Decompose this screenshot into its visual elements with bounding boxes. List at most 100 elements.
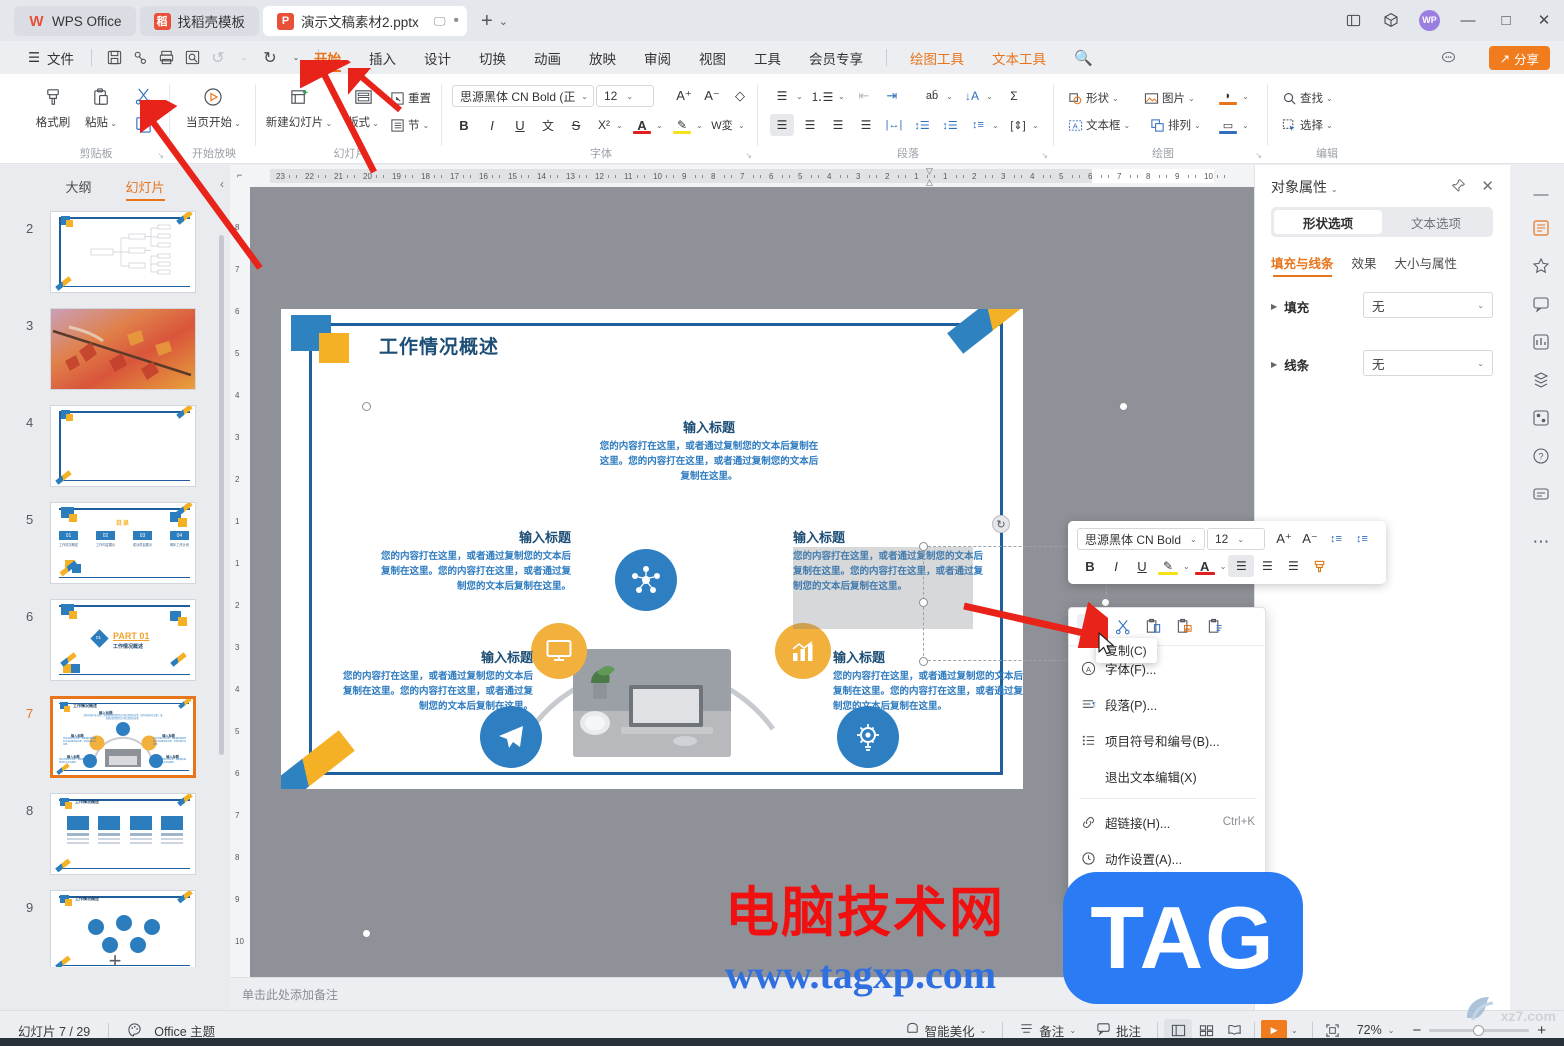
resize-handle-bl[interactable] xyxy=(362,929,371,938)
ribbon-tab-review[interactable]: 审阅 xyxy=(630,41,685,74)
float-font-color-button[interactable]: A xyxy=(1192,555,1218,577)
textbox-button[interactable]: A 文本框 ⌄ xyxy=(1068,114,1130,136)
bullets-button[interactable]: ☰ xyxy=(770,85,794,107)
ribbon-tab-transition[interactable]: 切换 xyxy=(465,41,520,74)
chevron-down-icon[interactable]: ⌄ xyxy=(1326,94,1333,103)
strikethrough-button[interactable]: S xyxy=(564,114,588,136)
chevron-right-icon[interactable]: ▶ xyxy=(1271,360,1277,369)
float-italic-button[interactable]: I xyxy=(1103,555,1129,577)
chevron-down-icon[interactable]: ⌄ xyxy=(946,92,953,101)
shape-outline-button[interactable]: ▭ xyxy=(1216,114,1240,136)
cloud-status-icon[interactable] xyxy=(1440,49,1457,67)
chevron-down-icon[interactable]: ⌄ xyxy=(1326,121,1333,130)
textbox-align-button[interactable]: [⇕] xyxy=(1006,114,1030,136)
minimize-button[interactable]: — xyxy=(1458,10,1478,30)
subtab-effects[interactable]: 效果 xyxy=(1352,253,1377,277)
chevron-down-icon[interactable]: ⌄ xyxy=(1124,121,1131,130)
app-tab-document[interactable]: P 演示文稿素材2.pptx 🖵 • xyxy=(263,6,467,36)
float-highlight-button[interactable]: ✎ xyxy=(1155,555,1181,577)
line-spacing-button[interactable]: ↕≡ xyxy=(966,114,990,136)
text-block-left-lower[interactable]: 输入标题 您的内容打在这里，或者通过复制您的文本后复制在这里。您的内容打在这里，… xyxy=(339,647,533,714)
slide-editing-surface[interactable]: 工作情况概述 输入标题 您的内容打在这里，或者通过复制您的文本后复制在这里。您的… xyxy=(281,309,1023,789)
diagram-icon[interactable] xyxy=(1530,407,1552,429)
fill-select[interactable]: 无 ⌄ xyxy=(1363,292,1493,318)
comment-icon[interactable] xyxy=(1530,293,1552,315)
chevron-down-icon[interactable]: ⌄ xyxy=(616,121,623,130)
underline-button[interactable]: U xyxy=(508,114,532,136)
chevron-down-icon[interactable]: ⌄ xyxy=(108,119,117,128)
chevron-down-icon[interactable]: ⌄ xyxy=(1232,535,1249,544)
font-dialog-launcher[interactable]: ↘ xyxy=(745,151,752,160)
italic-button[interactable]: I xyxy=(480,114,504,136)
zoom-slider[interactable] xyxy=(1429,1024,1530,1036)
zoom-out-button[interactable]: − xyxy=(1404,1022,1429,1039)
find-button[interactable]: 查找 ⌄ xyxy=(1282,87,1333,109)
paper-plane-circle[interactable] xyxy=(480,706,542,768)
tab-close-dot-icon[interactable]: • xyxy=(453,12,459,30)
text-effect-button[interactable]: W変 xyxy=(710,114,734,136)
chevron-down-icon[interactable]: ⌄ xyxy=(696,121,703,130)
menu-item-paragraph[interactable]: ¶ 段落(P)... xyxy=(1069,686,1267,722)
space-before-button[interactable]: ↕☰ xyxy=(910,114,934,136)
slide-thumbnail[interactable] xyxy=(50,405,196,487)
ribbon-tab-design[interactable]: 设计 xyxy=(410,41,465,74)
ribbon-tab-animation[interactable]: 动画 xyxy=(520,41,575,74)
float-align-left-button[interactable]: ☰ xyxy=(1228,555,1255,577)
chevron-down-icon[interactable]: ⌄ xyxy=(1183,562,1190,571)
pin-icon[interactable] xyxy=(1451,178,1466,196)
subtab-fill-and-line[interactable]: 填充与线条 xyxy=(1271,253,1334,277)
paste-keep-text-icon[interactable] xyxy=(1139,614,1167,640)
maximize-button[interactable]: □ xyxy=(1496,10,1516,30)
close-button[interactable]: ✕ xyxy=(1534,10,1554,30)
split-view-icon[interactable] xyxy=(1343,10,1363,30)
chevron-down-icon[interactable]: ⌄ xyxy=(1069,1026,1076,1035)
app-tab-wps[interactable]: W WPS Office xyxy=(14,6,136,36)
chevron-down-icon[interactable]: ⌄ xyxy=(499,15,508,28)
rotate-handle[interactable]: ↻ xyxy=(992,515,1010,533)
fill-row[interactable]: ▶ 填充 xyxy=(1271,297,1309,316)
highlight-button[interactable]: ✎ xyxy=(670,114,694,136)
ribbon-tab-view[interactable]: 视图 xyxy=(685,41,740,74)
horizontal-ruler[interactable]: ⌐ 23 22 21 20 19 18 17 16 15 14 13 12 11 10 9 8 7 6 5 4 3 2 1 1… xyxy=(230,165,1254,187)
outline-tab[interactable]: 大纲 xyxy=(65,177,91,201)
slide-list-scrollbar[interactable] xyxy=(219,235,224,755)
new-tab-button[interactable]: + ⌄ xyxy=(481,10,508,33)
chevron-down-icon[interactable]: ⌄ xyxy=(621,92,638,101)
minimize-panel-icon[interactable]: — xyxy=(1530,183,1552,205)
zoom-in-button[interactable]: + xyxy=(1529,1022,1554,1039)
favorite-icon[interactable] xyxy=(1530,255,1552,277)
line-select[interactable]: 无 ⌄ xyxy=(1363,350,1493,376)
floating-text-toolbar[interactable]: 思源黑体 CN Bold ⌄ 12 ⌄ A⁺ A⁻ ↕≡ ↕≡ B I U ✎ … xyxy=(1068,521,1386,584)
vertical-ruler[interactable]: 8 7 6 5 4 3 2 1 1 2 3 4 5 6 7 8 9 10 xyxy=(230,187,250,977)
more-icon[interactable]: ⋯ xyxy=(1530,531,1552,553)
segment-shape-options[interactable]: 形状选项 xyxy=(1274,210,1382,234)
play-icon[interactable]: ▶ xyxy=(1261,1020,1288,1040)
panel-segment-control[interactable]: 形状选项 文本选项 xyxy=(1271,207,1493,237)
slide-thumbnail[interactable]: 01 PART 01 工作情况概述 xyxy=(50,599,196,681)
float-grow-font-button[interactable]: A⁺ xyxy=(1271,528,1297,550)
list-item[interactable]: 3 xyxy=(0,304,222,401)
chevron-down-icon[interactable]: ⌄ xyxy=(1112,94,1119,103)
bar-chart-circle[interactable] xyxy=(775,623,831,679)
save-icon[interactable] xyxy=(101,46,127,70)
font-name-combo[interactable]: 思源黑体 CN Bold (正 ⌄ xyxy=(452,85,594,107)
paragraph-dialog-launcher[interactable]: ↘ xyxy=(1041,151,1048,160)
segment-text-options[interactable]: 文本选项 xyxy=(1382,210,1490,234)
text-block-top[interactable]: 输入标题 您的内容打在这里，或者通过复制您的文本后复制在这里。您的内容打在这里，… xyxy=(599,417,819,484)
numbering-button[interactable]: ⒈☰ xyxy=(810,85,834,107)
chevron-down-icon[interactable]: ⌄ xyxy=(838,92,845,101)
paste-keep-format-icon[interactable] xyxy=(1201,614,1229,640)
slide-thumbnail[interactable] xyxy=(50,308,196,390)
align-center-button[interactable]: ☰ xyxy=(798,114,822,136)
search-icon[interactable]: 🔍 xyxy=(1074,49,1093,67)
float-increase-line-spacing-button[interactable]: ↕≡ xyxy=(1323,528,1349,550)
format-painter-button[interactable]: 格式刷 xyxy=(26,83,80,130)
app-tab-template[interactable]: 稻 找稻壳模板 xyxy=(139,6,260,36)
chevron-down-icon[interactable]: ⌄ xyxy=(1220,562,1227,571)
ribbon-tab-tools[interactable]: 工具 xyxy=(740,41,795,74)
shapes-button[interactable]: 形状 ⌄ xyxy=(1068,87,1119,109)
textbox-handle-ml[interactable] xyxy=(919,598,928,607)
list-item[interactable]: 6 01 PART 01 工作情况概述 xyxy=(0,595,222,692)
chevron-down-icon[interactable]: ⌄ xyxy=(1242,92,1249,101)
menu-item-bullets-numbering[interactable]: 项目符号和编号(B)... xyxy=(1069,722,1267,758)
